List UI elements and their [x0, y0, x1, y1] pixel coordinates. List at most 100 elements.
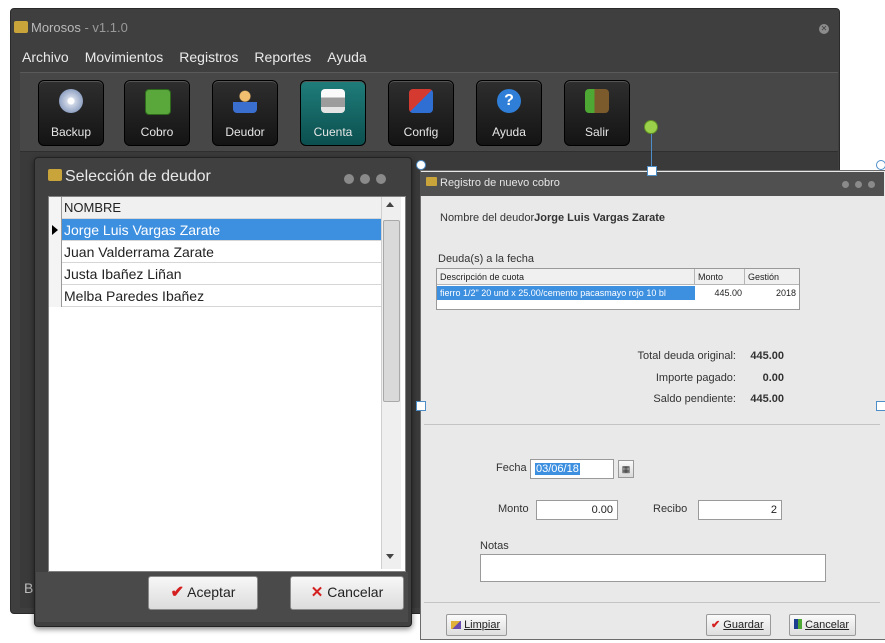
- scrollbar-thumb[interactable]: [383, 220, 400, 402]
- guardar-button[interactable]: ✔ Guardar: [706, 614, 771, 636]
- grid-header-descripcion[interactable]: Descripción de cuota: [437, 269, 695, 285]
- guardar-label: Guardar: [723, 619, 764, 631]
- importe-label: Importe pagado:: [655, 372, 736, 384]
- backup-label: Backup: [50, 125, 92, 139]
- menu-bar: Archivo Movimientos Registros Reportes A…: [22, 49, 383, 69]
- salir-button[interactable]: Salir: [564, 80, 630, 146]
- minimize-icon[interactable]: [842, 181, 849, 188]
- config-label: Config: [403, 125, 439, 139]
- aceptar-label: Aceptar: [187, 584, 236, 600]
- registro-title: Registro de nuevo cobro: [426, 177, 560, 189]
- money-add-icon: [145, 89, 171, 115]
- notas-label: Notas: [480, 540, 509, 552]
- list-item[interactable]: Jorge Luis Vargas Zarate: [49, 219, 381, 241]
- monto-field[interactable]: 0.00: [536, 500, 618, 520]
- recibo-field[interactable]: 2: [698, 500, 782, 520]
- cobro-button[interactable]: Cobro: [124, 80, 190, 146]
- close-icon[interactable]: [376, 174, 386, 184]
- limpiar-button[interactable]: Limpiar: [446, 614, 508, 636]
- menu-reportes[interactable]: Reportes: [254, 49, 311, 69]
- scroll-down-icon[interactable]: [386, 554, 394, 559]
- cuenta-label: Cuenta: [313, 125, 353, 139]
- calendar-icon[interactable]: ▦: [618, 460, 634, 478]
- salir-label: Salir: [584, 125, 609, 139]
- app-logo-icon: [426, 177, 437, 186]
- monto-label: Monto: [498, 503, 529, 515]
- saldo-label: Saldo pendiente:: [653, 393, 736, 405]
- scroll-up-icon[interactable]: [386, 202, 394, 207]
- menu-archivo[interactable]: Archivo: [22, 49, 69, 69]
- total-value: 445.00: [750, 350, 784, 362]
- menu-registros[interactable]: Registros: [179, 49, 238, 69]
- deudor-button[interactable]: Deudor: [212, 80, 278, 146]
- row-pointer-icon: [49, 219, 62, 241]
- grid-header-monto[interactable]: Monto: [695, 269, 745, 285]
- list-item[interactable]: Justa Ibañez Liñan: [49, 263, 381, 285]
- fecha-field[interactable]: 03/06/18: [530, 459, 614, 479]
- main-close-button[interactable]: ✕: [819, 24, 829, 34]
- app-logo-icon: [48, 169, 62, 181]
- maximize-icon[interactable]: [855, 181, 862, 188]
- eraser-icon: [451, 621, 461, 629]
- debtor-name: Melba Paredes Ibañez: [64, 288, 205, 304]
- column-header-nombre: NOMBRE: [64, 200, 122, 215]
- resize-handle[interactable]: [876, 160, 885, 170]
- main-window-title: Morosos - v1.1.0: [14, 20, 128, 35]
- cancelar-registro-button[interactable]: Cancelar: [789, 614, 857, 636]
- debtor-label: Nombre del deudor: [440, 212, 535, 224]
- list-item[interactable]: Melba Paredes Ibañez: [49, 285, 381, 307]
- row-indicator: [49, 285, 62, 307]
- aceptar-button[interactable]: ✔ Aceptar: [148, 576, 258, 610]
- selection-dialog-title-text: Selección de deudor: [65, 168, 211, 185]
- config-tools-icon: [409, 89, 433, 113]
- debtor-name: Justa Ibañez Liñan: [64, 266, 182, 282]
- debts-grid: Descripción de cuota Monto Gestión fierr…: [436, 268, 800, 310]
- cancelar-label: Cancelar: [327, 584, 384, 600]
- list-item[interactable]: Juan Valderrama Zarate: [49, 241, 381, 263]
- fecha-value: 03/06/18: [535, 463, 580, 475]
- config-button[interactable]: Config: [388, 80, 454, 146]
- grid-header-gestion[interactable]: Gestión: [745, 269, 799, 285]
- debts-label: Deuda(s) a la fecha: [438, 253, 534, 265]
- ayuda-button[interactable]: ? Ayuda: [476, 80, 542, 146]
- app-logo-icon: [14, 21, 28, 33]
- deudor-label: Deudor: [225, 125, 265, 139]
- debtor-name-value: Jorge Luis Vargas Zarate: [534, 212, 666, 224]
- minimize-icon[interactable]: [344, 174, 354, 184]
- list-header[interactable]: NOMBRE: [49, 197, 381, 219]
- debtor-list: NOMBRE Jorge Luis Vargas Zarate Juan Val…: [48, 196, 406, 572]
- resize-handle[interactable]: [416, 401, 426, 411]
- app-version: - v1.1.0: [84, 20, 128, 35]
- ayuda-label: Ayuda: [492, 125, 526, 139]
- resize-handle[interactable]: [416, 160, 426, 170]
- menu-ayuda[interactable]: Ayuda: [327, 49, 366, 69]
- app-title: Morosos: [31, 20, 81, 35]
- cuenta-button[interactable]: Cuenta: [300, 80, 366, 146]
- row-indicator: [49, 263, 62, 285]
- importe-value: 0.00: [762, 372, 784, 384]
- x-icon: ✕: [310, 584, 324, 601]
- menu-movimientos[interactable]: Movimientos: [85, 49, 164, 69]
- notas-field[interactable]: [480, 554, 826, 582]
- close-icon[interactable]: [868, 181, 875, 188]
- grid-cell-gestion[interactable]: 2018: [745, 286, 799, 300]
- cancel-door-icon: [794, 619, 802, 629]
- registro-title-text: Registro de nuevo cobro: [440, 177, 560, 189]
- grid-cell-monto[interactable]: 445.00: [695, 286, 745, 300]
- resize-handle[interactable]: [876, 401, 885, 411]
- rotate-handle[interactable]: [644, 120, 658, 134]
- backup-button[interactable]: Backup: [38, 80, 104, 146]
- cancelar-button[interactable]: ✕ Cancelar: [290, 576, 404, 610]
- grid-cell-descripcion[interactable]: fierro 1/2" 20 und x 25.00/cemento pacas…: [437, 286, 695, 300]
- cobro-label: Cobro: [140, 125, 174, 139]
- maximize-icon[interactable]: [360, 174, 370, 184]
- debtor-name: Jorge Luis Vargas Zarate: [64, 222, 221, 238]
- fecha-label: Fecha: [496, 462, 527, 474]
- limpiar-label: Limpiar: [464, 619, 501, 631]
- recibo-label: Recibo: [653, 503, 688, 515]
- disc-icon: [59, 89, 83, 113]
- selection-dialog-title: Selección de deudor: [48, 168, 211, 186]
- printer-icon: [321, 89, 345, 113]
- resize-handle[interactable]: [647, 166, 657, 176]
- exit-door-icon: [585, 89, 609, 113]
